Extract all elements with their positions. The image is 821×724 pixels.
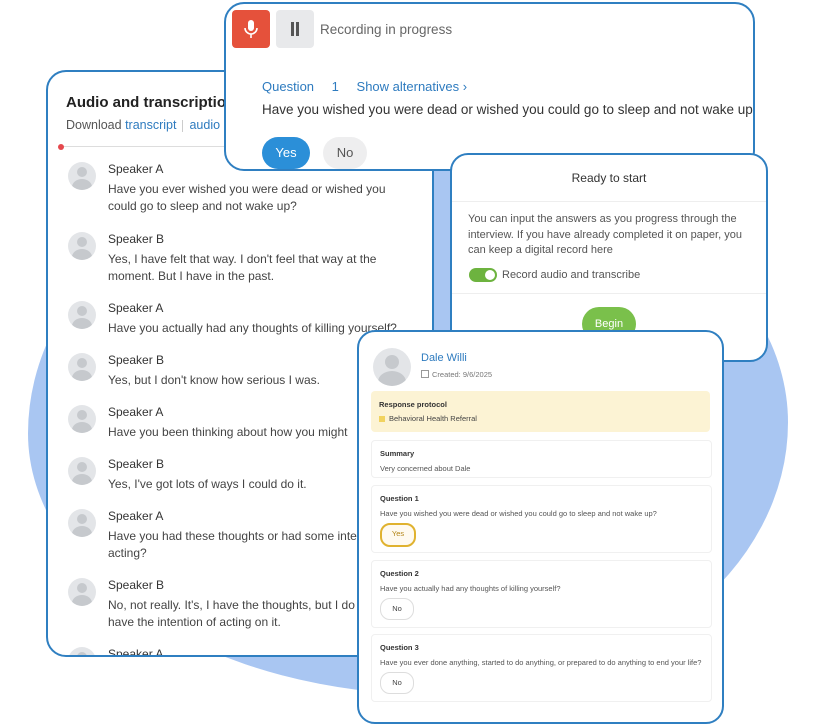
avatar <box>68 509 96 537</box>
show-alternatives-label: Show alternatives <box>356 79 460 94</box>
protocol-value-text: Behavioral Health Referral <box>389 414 477 423</box>
speaker-name: Speaker A <box>108 162 164 176</box>
avatar <box>68 232 96 260</box>
chevron-right-icon: › <box>462 79 468 94</box>
speaker-text: No, not really. It's, I have the thought… <box>108 598 355 629</box>
speaker-name: Speaker A <box>108 647 164 657</box>
answer-chip[interactable]: No <box>380 672 414 694</box>
response-protocol: Response protocol Behavioral Health Refe… <box>371 391 710 432</box>
speaker-name: Speaker A <box>108 405 164 419</box>
speaker-name: Speaker A <box>108 301 164 315</box>
ready-description: You can input the answers as you progres… <box>468 213 742 256</box>
question-number: 1 <box>331 79 339 94</box>
speaker-text: Have you actually had any thoughts of ki… <box>108 321 397 335</box>
question-text: Have you ever done anything, started to … <box>380 658 702 667</box>
show-alternatives-link[interactable]: Show alternatives › <box>357 79 468 94</box>
speaker-name: Speaker B <box>108 457 165 471</box>
summary-label: Summary <box>380 449 415 458</box>
avatar <box>68 162 96 190</box>
avatar <box>373 348 411 386</box>
link-divider <box>182 119 184 132</box>
patient-name[interactable]: Dale Willi <box>421 352 467 364</box>
download-audio-link[interactable]: audio <box>189 118 220 132</box>
avatar <box>68 353 96 381</box>
speaker-text: Have you had these thoughts or had some … <box>108 529 357 560</box>
calendar-icon <box>421 370 429 378</box>
question-text: Have you wished you were dead or wished … <box>380 509 657 518</box>
avatar <box>68 301 96 329</box>
recording-status: Recording in progress <box>320 22 453 37</box>
record-audio-toggle[interactable] <box>469 268 497 282</box>
question-label: Question 2 <box>380 569 419 578</box>
divider <box>452 201 766 202</box>
panel-title: Audio and transcriptio <box>66 94 227 111</box>
question-section: Question 3 Have you ever done anything, … <box>371 634 712 702</box>
yes-button[interactable]: Yes <box>262 137 310 169</box>
question-header: Question 1 Show alternatives › <box>262 79 481 94</box>
question-label: Question 1 <box>380 494 419 503</box>
microphone-button[interactable] <box>232 10 270 48</box>
microphone-icon <box>244 20 258 38</box>
protocol-color-swatch <box>379 416 385 422</box>
record-audio-label: Record audio and transcribe <box>502 269 641 281</box>
protocol-label: Response protocol <box>379 400 447 409</box>
download-transcript-link[interactable]: transcript <box>125 118 176 132</box>
question-label: Question 3 <box>380 643 419 652</box>
recording-panel: Recording in progress Question 1 Show al… <box>224 2 755 171</box>
speaker-text: Yes, I have felt that way. I don't feel … <box>108 252 377 283</box>
ready-title: Ready to start <box>571 171 647 185</box>
avatar <box>68 457 96 485</box>
divider <box>452 293 766 294</box>
avatar <box>68 578 96 606</box>
created-date-text: Created: 9/6/2025 <box>432 370 493 379</box>
question-section: Question 1 Have you wished you were dead… <box>371 485 712 553</box>
question-label: Question <box>262 79 315 94</box>
question-section: Question 2 Have you actually had any tho… <box>371 560 712 628</box>
speaker-text: Have you ever wished you were dead or wi… <box>108 182 386 213</box>
download-label: Download <box>66 118 122 132</box>
speaker-text: Have you been thinking about how you mig… <box>108 425 348 439</box>
speaker-name: Speaker B <box>108 578 165 592</box>
answer-chip[interactable]: No <box>380 598 414 620</box>
answer-chip[interactable]: Yes <box>380 523 416 547</box>
question-text: Have you wished you were dead or wished … <box>262 102 755 117</box>
patient-panel: Dale Willi Created: 9/6/2025 Response pr… <box>357 330 724 724</box>
question-text: Have you actually had any thoughts of ki… <box>380 584 561 593</box>
summary-text: Very concerned about Dale <box>380 464 471 473</box>
speaker-name: Speaker A <box>108 509 164 523</box>
summary-section: Summary Very concerned about Dale <box>371 440 712 478</box>
pause-button[interactable] <box>276 10 314 48</box>
created-date: Created: 9/6/2025 <box>421 370 492 379</box>
avatar <box>68 647 96 655</box>
avatar <box>68 405 96 433</box>
audio-progress-handle[interactable] <box>58 144 64 150</box>
protocol-value: Behavioral Health Referral <box>379 414 477 423</box>
speaker-name: Speaker B <box>108 353 165 367</box>
no-button[interactable]: No <box>323 137 367 169</box>
speaker-name: Speaker B <box>108 232 165 246</box>
download-links: Download transcript audio <box>66 118 220 132</box>
